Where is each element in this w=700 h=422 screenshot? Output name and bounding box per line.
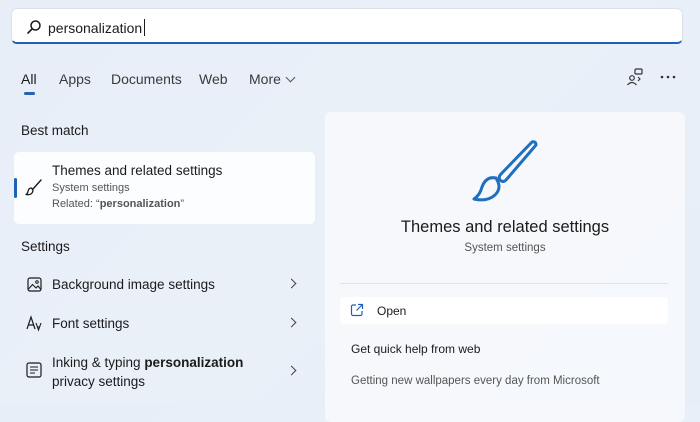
settings-item-label-line2: privacy settings [52,374,146,389]
related-term: personalization [99,198,181,210]
open-action[interactable]: Open [340,297,668,324]
tab-apps[interactable]: Apps [59,71,91,87]
tab-web[interactable]: Web [199,71,228,87]
paintbrush-icon [25,179,42,196]
divider [340,283,668,284]
tab-more-label: More [249,71,281,87]
related-prefix: Related: “ [52,198,100,210]
search-box[interactable]: personalization [11,8,683,44]
settings-item-font[interactable]: Font settings [14,305,315,341]
related-suffix: ” [180,198,185,210]
best-match-heading: Best match [21,123,89,138]
search-input-value: personalization [48,19,143,36]
open-external-icon [350,303,364,317]
help-heading: Get quick help from web [351,342,481,356]
best-match-title: Themes and related settings [52,163,223,178]
label-prefix: Inking & typing [52,355,145,370]
settings-item-inking-typing[interactable]: Inking & typing personalization privacy … [14,350,315,394]
account-switch-icon[interactable] [625,67,645,87]
settings-item-label: Font settings [52,316,130,331]
image-icon [27,277,42,292]
paintbrush-large-icon [472,140,538,202]
selection-indicator [14,178,17,198]
font-icon [26,315,42,332]
open-label: Open [377,304,407,318]
best-match-card[interactable]: Themes and related settings System setti… [14,152,315,224]
chevron-right-icon [286,365,297,376]
help-link[interactable]: Getting new wallpapers every day from Mi… [351,375,600,387]
best-match-subtitle: System settings [52,182,130,194]
label-bold-term: personalization [144,355,244,370]
search-icon [27,20,41,34]
tab-all[interactable]: All [21,71,37,87]
search-input[interactable]: personalization [48,19,146,36]
settings-heading: Settings [21,239,70,254]
chevron-right-icon [286,317,297,328]
chevron-down-icon [285,72,296,83]
chevron-right-icon [286,278,297,289]
settings-item-label: Background image settings [52,277,215,292]
tab-active-indicator [24,92,35,95]
detail-subtitle: System settings [464,242,546,254]
more-options-icon[interactable] [658,67,678,87]
settings-item-label: Inking & typing personalization [52,355,243,370]
tab-documents[interactable]: Documents [111,71,182,87]
settings-item-background-image[interactable]: Background image settings [14,266,315,302]
tab-more[interactable]: More [249,71,296,87]
detail-title: Themes and related settings [400,218,610,236]
text-cursor [144,19,146,36]
inking-typing-icon [26,362,42,378]
best-match-related: Related: “personalization” [52,198,184,210]
